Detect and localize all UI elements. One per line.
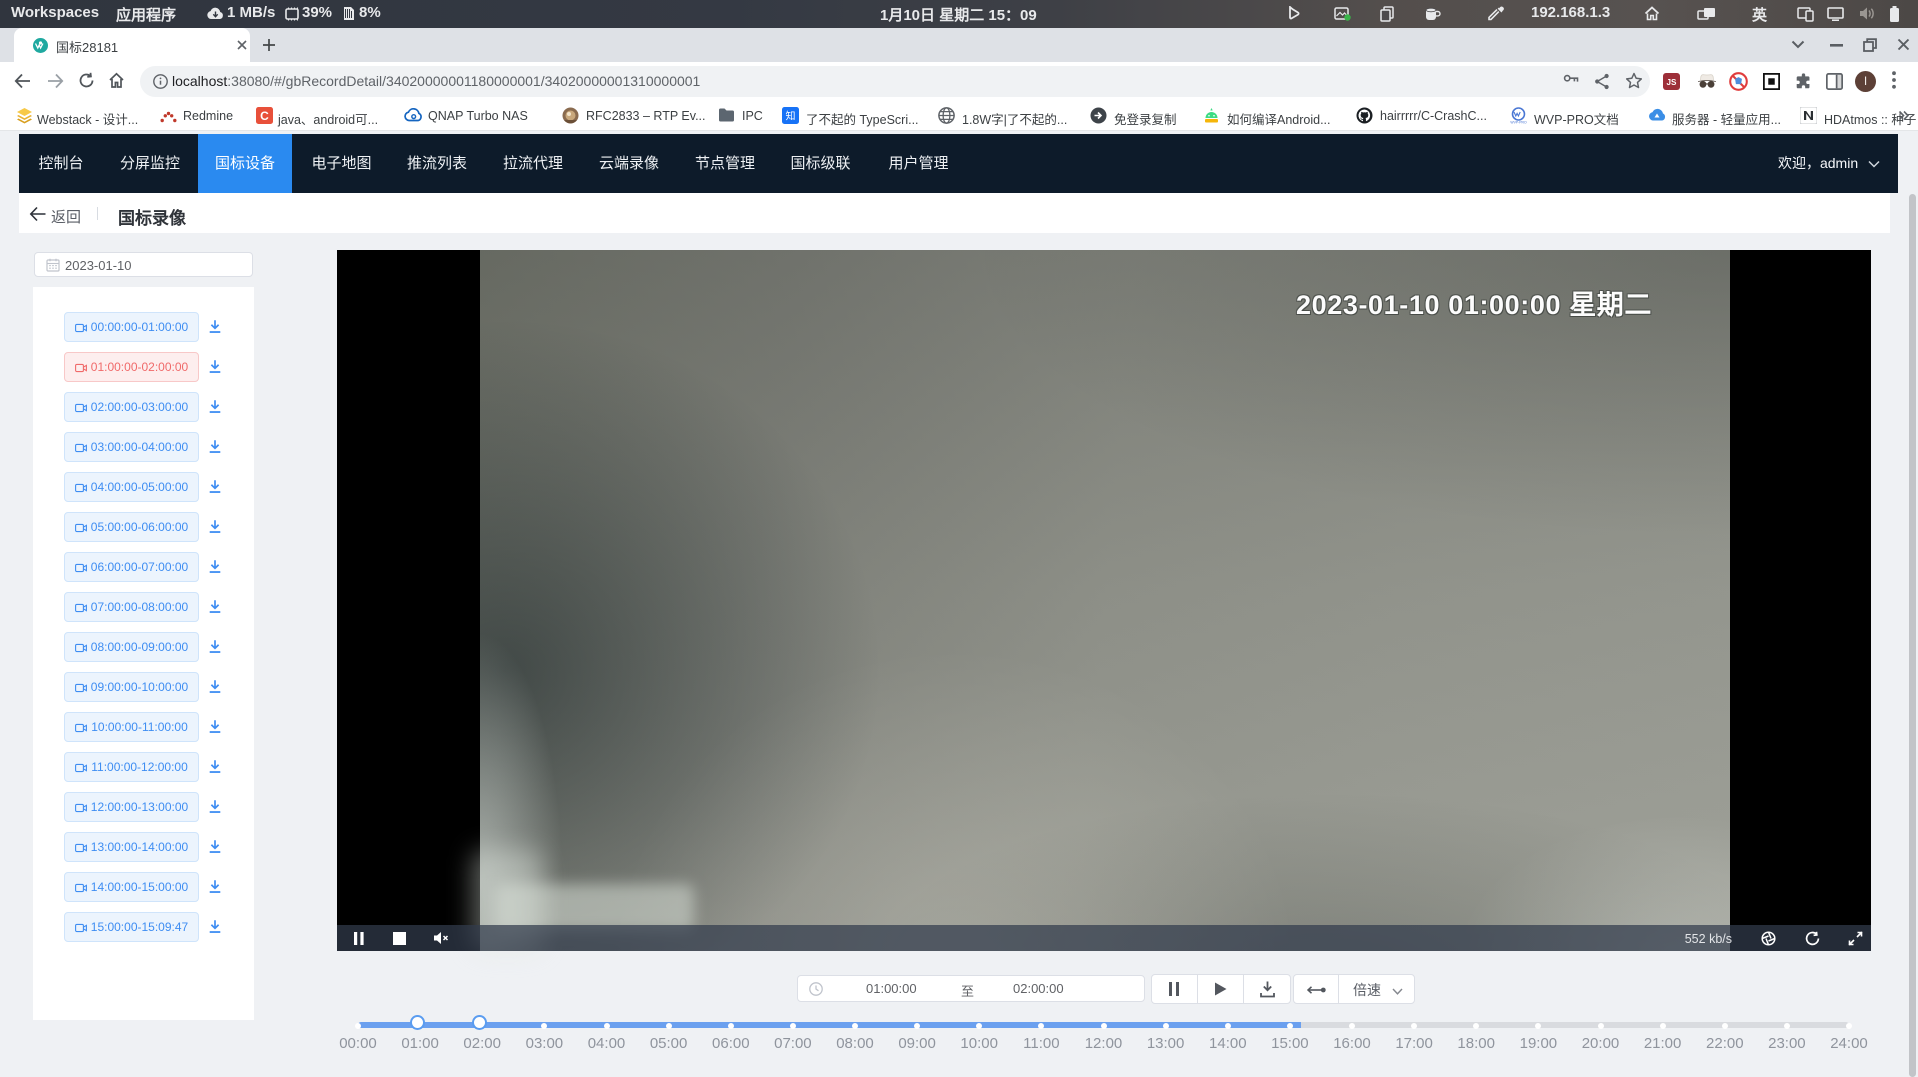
svg-text:JS: JS bbox=[1667, 78, 1678, 87]
svg-text:C: C bbox=[260, 109, 269, 123]
svg-text:WVP-PRO: WVP-PRO bbox=[1510, 120, 1527, 124]
svg-text:知: 知 bbox=[786, 110, 796, 123]
